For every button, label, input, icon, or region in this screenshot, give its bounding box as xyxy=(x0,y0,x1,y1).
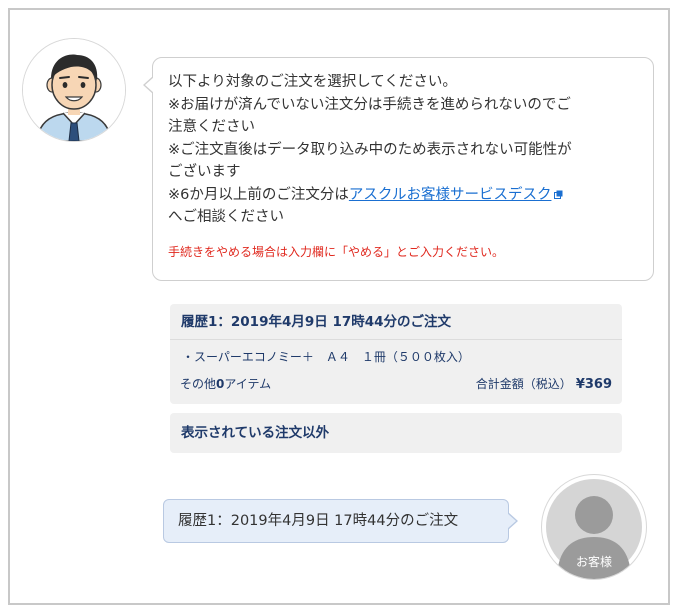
six-month-prefix: ※6か月以上前のご注文分は xyxy=(168,186,349,203)
operator-message-bubble: 以下より対象のご注文を選択してください。 ※お届けが済んでいない注文分は手続きを… xyxy=(143,57,654,281)
message-line: へご相談ください xyxy=(168,209,284,225)
other-suffix: アイテム xyxy=(224,377,272,391)
total-label: 合計金額（税込） xyxy=(475,377,572,391)
customer-avatar: お客様 xyxy=(541,474,647,580)
operator-avatar-icon xyxy=(23,39,125,141)
other-prefix: その他 xyxy=(180,377,217,391)
total-amount: ¥369 xyxy=(575,377,612,392)
user-reply-bubble: 履歴1：2019年4月9日 17時44分のご注文 xyxy=(163,499,518,543)
user-reply-text: 履歴1：2019年4月9日 17時44分のご注文 xyxy=(178,513,459,529)
message-line: ※お届けが済んでいない注文分は手続きを進められないのでご xyxy=(168,96,571,113)
bubble-tail xyxy=(143,76,154,94)
other-order-option[interactable]: 表示されている注文以外 xyxy=(170,413,622,453)
message-line: 以下より対象のご注文を選択してください。 xyxy=(168,74,457,90)
message-line: ございます xyxy=(168,164,241,180)
order-title: 履歴1：2019年4月9日 17時44分のご注文 xyxy=(170,304,622,340)
order-total: 合計金額（税込） ¥369 xyxy=(476,375,612,392)
external-link-icon[interactable] xyxy=(554,190,563,199)
service-desk-link[interactable]: アスクルお客様サービスデスク xyxy=(349,187,552,203)
message-line: 注意ください xyxy=(168,119,255,135)
order-option-card[interactable]: 履歴1：2019年4月9日 17時44分のご注文 ・スーパーエコノミー＋ Ａ４ … xyxy=(170,304,622,404)
message-line: ※6か月以上前のご注文分はアスクルお客様サービスデスク xyxy=(168,184,653,207)
customer-avatar-label: お客様 xyxy=(575,555,612,569)
message-line: ※ご注文直後はデータ取り込み中のため表示されない可能性が xyxy=(168,141,572,158)
order-item: ・スーパーエコノミー＋ Ａ４ １冊（５００枚入） xyxy=(182,350,470,364)
bubble-tail xyxy=(507,512,518,530)
stop-instruction: 手続きをやめる場合は入力欄に「やめる」とご入力ください。 xyxy=(168,244,505,259)
other-items-count: その他0アイテム xyxy=(180,375,271,392)
operator-avatar xyxy=(22,38,126,142)
